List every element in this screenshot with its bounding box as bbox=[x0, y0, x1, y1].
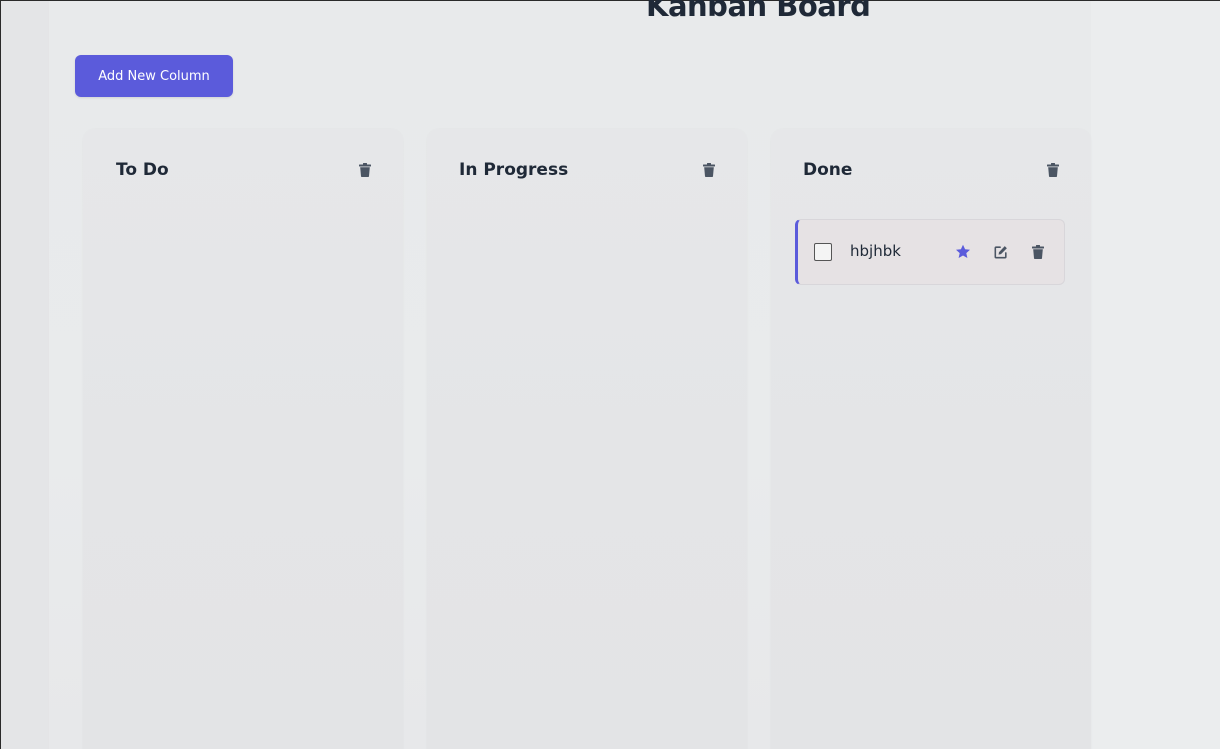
delete-column-button[interactable] bbox=[1043, 160, 1063, 180]
add-new-column-button[interactable]: Add New Column bbox=[75, 55, 233, 97]
delete-column-button[interactable] bbox=[355, 160, 375, 180]
task-card[interactable]: hbjhbk bbox=[795, 219, 1065, 285]
edit-task-button[interactable] bbox=[991, 242, 1011, 262]
delete-column-button[interactable] bbox=[699, 160, 719, 180]
column-done: Done hbjhbk bbox=[771, 129, 1091, 749]
trash-icon bbox=[1032, 245, 1044, 259]
trash-icon bbox=[359, 163, 371, 177]
edit-icon bbox=[994, 246, 1007, 259]
trash-icon bbox=[703, 163, 715, 177]
page-title: Kanban Board bbox=[646, 0, 871, 23]
star-icon bbox=[956, 244, 970, 258]
left-sidebar-strip bbox=[1, 1, 49, 749]
column-to-do: To Do bbox=[83, 129, 403, 749]
right-background bbox=[1091, 1, 1220, 749]
column-title: Done bbox=[803, 160, 853, 180]
trash-icon bbox=[1047, 163, 1059, 177]
column-in-progress: In Progress bbox=[427, 129, 747, 749]
column-title: In Progress bbox=[459, 160, 569, 180]
task-text: hbjhbk bbox=[850, 242, 901, 260]
column-title: To Do bbox=[116, 160, 169, 180]
star-task-button[interactable] bbox=[953, 242, 973, 262]
task-complete-checkbox[interactable] bbox=[814, 243, 832, 261]
delete-task-button[interactable] bbox=[1028, 242, 1048, 262]
